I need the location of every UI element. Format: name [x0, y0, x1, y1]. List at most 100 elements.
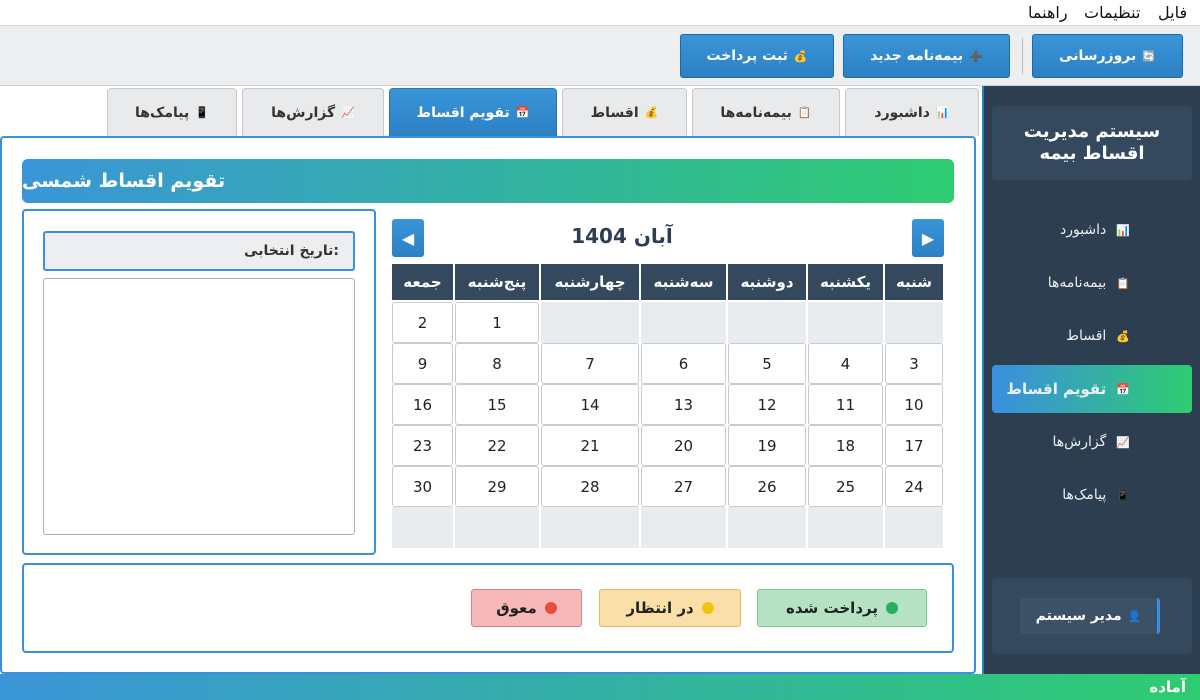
user-icon: 👤 [1127, 609, 1142, 623]
calendar-day[interactable]: 27 [641, 466, 726, 507]
next-month-button[interactable]: ▶ [912, 219, 944, 257]
sidebar-item-label: تقویم اقساط [1006, 380, 1107, 398]
selected-date-details[interactable] [43, 278, 355, 535]
calendar-empty-cell [455, 507, 539, 548]
menu-help[interactable]: راهنما [1028, 3, 1068, 22]
calendar-day[interactable]: 21 [541, 425, 639, 466]
record-payment-button-label: ثبت پرداخت [706, 48, 788, 64]
sidebar-item-installments[interactable]: 💰 اقساط [992, 312, 1192, 360]
sidebar-item-label: اقساط [1066, 328, 1107, 344]
menu-settings[interactable]: تنظیمات [1084, 3, 1140, 22]
calendar-day[interactable]: 12 [728, 384, 806, 425]
calendar-day[interactable]: 3 [885, 343, 943, 384]
menu-file[interactable]: فایل [1158, 3, 1187, 22]
calendar-day[interactable]: 5 [728, 343, 806, 384]
tab-label: گزارش‌ها [271, 104, 336, 121]
sidebar-item-label: گزارش‌ها [1052, 434, 1107, 450]
toolbar: 🔄 بروزرسانی ➕ بیمه‌نامه جدید 💰 ثبت پرداخ… [0, 26, 1200, 86]
mobile-phone-icon: 📱 [1116, 488, 1130, 502]
calendar-day[interactable]: 16 [392, 384, 453, 425]
calendar-empty-cell [728, 507, 806, 548]
sidebar-item-sms[interactable]: 📱 پیامک‌ها [992, 471, 1192, 519]
calendar-day[interactable]: 28 [541, 466, 639, 507]
weekday-header: پنج‌شنبه [455, 264, 539, 300]
calendar-day[interactable]: 7 [541, 343, 639, 384]
legend-label: معوق [496, 599, 537, 617]
calendar-day[interactable]: 4 [808, 343, 883, 384]
refresh-icon: 🔄 [1142, 49, 1156, 63]
refresh-button[interactable]: 🔄 بروزرسانی [1032, 34, 1183, 78]
sidebar-item-reports[interactable]: 📈 گزارش‌ها [992, 418, 1192, 466]
sidebar: سیستم مدیریت اقساط بیمه 📊 داشبورد 📋 بیمه… [982, 86, 1200, 674]
calendar-day[interactable]: 19 [728, 425, 806, 466]
calendar-day[interactable]: 9 [392, 343, 453, 384]
calendar-day[interactable]: 17 [885, 425, 943, 466]
sidebar-item-policies[interactable]: 📋 بیمه‌نامه‌ها [992, 259, 1192, 307]
record-payment-button[interactable]: 💰 ثبت پرداخت [680, 34, 834, 78]
tab-dashboard[interactable]: 📊 داشبورد [845, 88, 979, 136]
status-text: آماده [1149, 678, 1186, 696]
calendar-day[interactable]: 8 [455, 343, 539, 384]
tab-label: پیامک‌ها [135, 104, 190, 121]
status-bar: آماده [0, 674, 1200, 700]
calendar-day[interactable]: 11 [808, 384, 883, 425]
toolbar-separator [1022, 38, 1023, 74]
tab-installments[interactable]: 💰 اقساط [562, 88, 687, 136]
chart-icon: 📊 [1116, 223, 1130, 237]
new-policy-button[interactable]: ➕ بیمه‌نامه جدید [843, 34, 1010, 78]
weekday-header: یکشنبه [808, 264, 883, 300]
red-circle-icon [544, 602, 557, 614]
calendar-day[interactable]: 18 [808, 425, 883, 466]
calendar-day[interactable]: 29 [455, 466, 539, 507]
calendar-day[interactable]: 30 [392, 466, 453, 507]
calendar-day[interactable]: 10 [885, 384, 943, 425]
calendar-empty-cell [885, 507, 943, 548]
money-bag-icon: 💰 [1116, 329, 1130, 343]
new-policy-button-label: بیمه‌نامه جدید [870, 48, 964, 64]
calendar-day[interactable]: 2 [392, 302, 453, 343]
money-bag-icon: 💰 [644, 106, 659, 119]
calendar-day[interactable]: 20 [641, 425, 726, 466]
tab-sms[interactable]: 📱 پیامک‌ها [107, 88, 237, 136]
user-button[interactable]: 👤 مدیر سیستم [1020, 598, 1160, 634]
calendar-day[interactable]: 1 [455, 302, 539, 343]
calendar-day[interactable]: 26 [728, 466, 806, 507]
sidebar-item-dashboard[interactable]: 📊 داشبورد [992, 206, 1192, 254]
calendar-day[interactable]: 15 [455, 384, 539, 425]
weekday-header: شنبه [885, 264, 943, 300]
calendar-day[interactable]: 25 [808, 466, 883, 507]
user-panel: 👤 مدیر سیستم [992, 578, 1192, 654]
tab-label: اقساط [590, 104, 639, 121]
calendar-empty-cell [728, 302, 806, 343]
calendar-empty-cell [392, 507, 453, 548]
green-circle-icon [886, 602, 898, 614]
trend-chart-icon: 📈 [341, 106, 355, 119]
tab-label: تقویم اقساط [416, 104, 510, 121]
sidebar-item-label: داشبورد [1059, 222, 1107, 238]
page-title: تقویم اقساط شمسی [22, 159, 954, 203]
legend-label: در انتظار [626, 599, 694, 617]
calendar-day[interactable]: 22 [455, 425, 539, 466]
calendar-empty-cell [885, 302, 943, 343]
calendar-day[interactable]: 23 [392, 425, 453, 466]
trend-chart-icon: 📈 [1116, 435, 1130, 449]
sidebar-item-calendar[interactable]: 📅 تقویم اقساط [992, 365, 1192, 413]
calendar-empty-cell [541, 507, 639, 548]
calendar-panel: تقویم اقساط شمسی تاریخ انتخابی: ◀ آبان 1… [0, 136, 976, 674]
calendar-day[interactable]: 6 [641, 343, 726, 384]
tab-policies[interactable]: 📋 بیمه‌نامه‌ها [692, 88, 840, 136]
calendar-day[interactable]: 14 [541, 384, 639, 425]
selected-date-label: تاریخ انتخابی: [43, 231, 355, 271]
clipboard-icon: 📋 [797, 106, 812, 119]
legend-label: پرداخت شده [786, 599, 878, 617]
calendar-day[interactable]: 13 [641, 384, 726, 425]
tab-calendar[interactable]: 📅 تقویم اقساط [389, 88, 557, 136]
previous-month-button[interactable]: ◀ [392, 219, 424, 257]
tab-reports[interactable]: 📈 گزارش‌ها [242, 88, 384, 136]
calendar-empty-cell [808, 302, 883, 343]
calendar-empty-cell [808, 507, 883, 548]
plus-icon: ➕ [969, 49, 983, 63]
calendar-day[interactable]: 24 [885, 466, 943, 507]
weekday-header: سه‌شنبه [641, 264, 726, 300]
legend-paid: پرداخت شده [757, 589, 927, 627]
